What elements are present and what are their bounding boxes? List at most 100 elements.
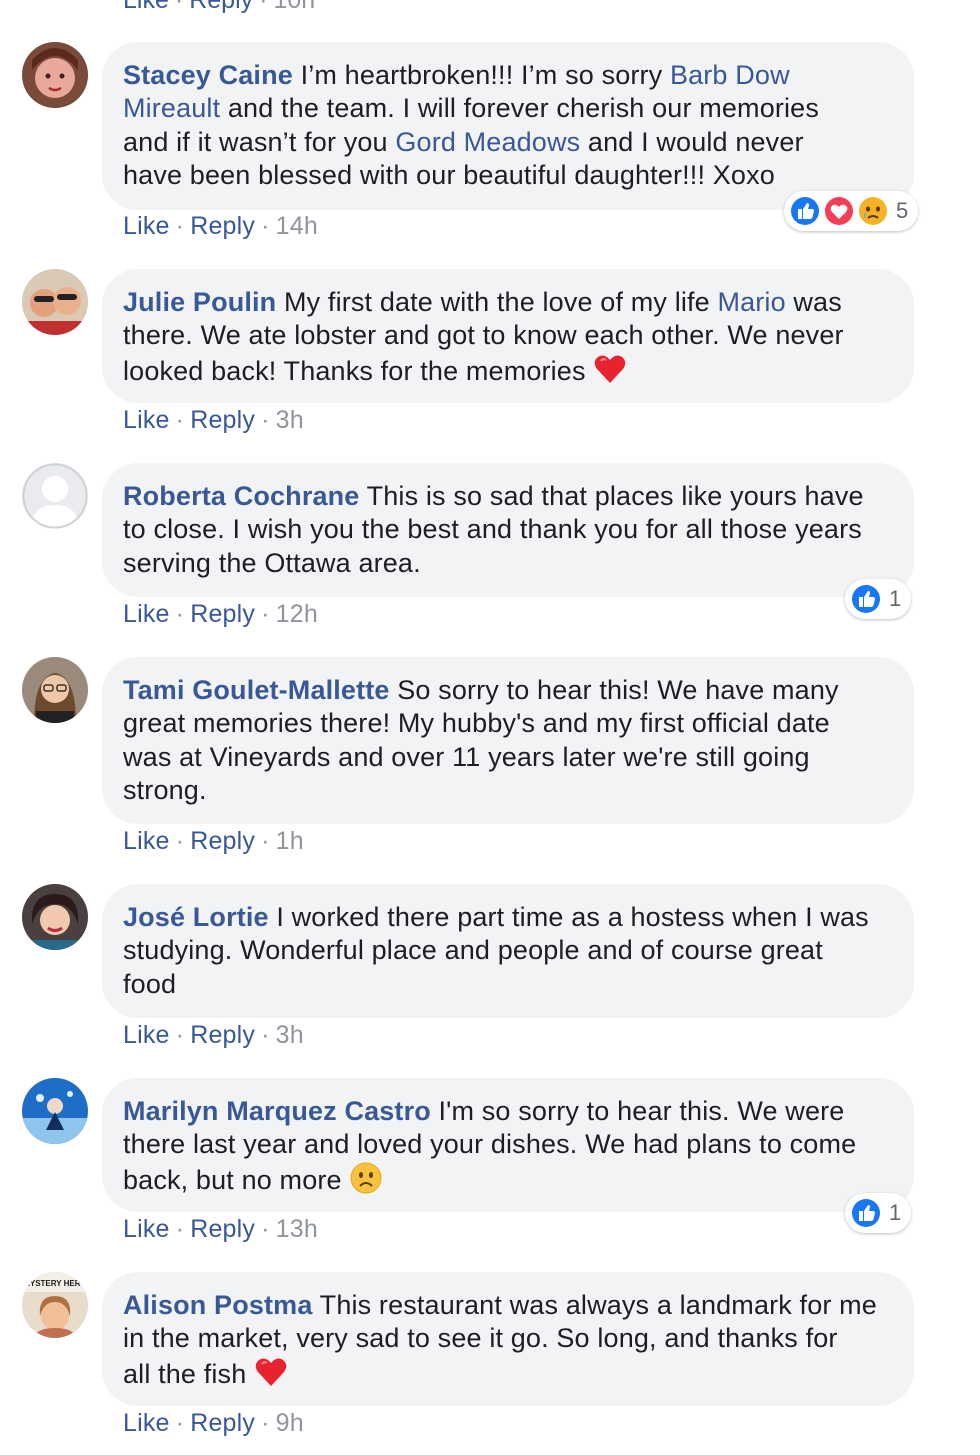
- comment-bubble: Roberta Cochrane This is so sad that pla…: [102, 463, 914, 597]
- avatar-julie-poulin[interactable]: [22, 269, 88, 335]
- comment-line: studying. Wonderful place and people and…: [123, 934, 890, 967]
- comment-text: and the team. I will forever cherish our…: [220, 93, 819, 124]
- comment-bubble: Alison Postma This restaurant was always…: [102, 1272, 914, 1406]
- comment-line: looked back! Thanks for the memories: [123, 353, 890, 388]
- comment-line: Stacey Caine I’m heartbroken!!! I’m so s…: [123, 59, 890, 92]
- comment-line: Marilyn Marquez Castro I'm so sorry to h…: [123, 1095, 890, 1128]
- comment-line: to close. I wish you the best and thank …: [123, 513, 890, 546]
- comment-timestamp[interactable]: 12h: [276, 600, 318, 628]
- avatar-tami-goulet-mallette[interactable]: [22, 657, 88, 723]
- reply-link[interactable]: Reply: [190, 406, 255, 434]
- comment-line: food: [123, 968, 890, 1001]
- like-icon: [788, 194, 822, 228]
- comment-text: This is so sad that places like yours ha…: [366, 481, 864, 511]
- reply-link[interactable]: Reply: [190, 1021, 255, 1049]
- reaction-summary[interactable]: 5: [784, 191, 919, 231]
- comment-text: food: [123, 968, 177, 999]
- comment-line: and if it wasn’t for you Gord Meadows an…: [123, 126, 890, 159]
- sad-icon: [856, 194, 890, 228]
- comment-line: Roberta Cochrane This is so sad that pla…: [123, 480, 890, 513]
- comment-text: and if it wasn’t for you: [123, 126, 396, 157]
- like-link[interactable]: Like: [123, 1409, 170, 1437]
- separator-dot: ·: [175, 600, 185, 628]
- reply-link[interactable]: Reply: [189, 0, 253, 14]
- reply-link[interactable]: Reply: [190, 1215, 255, 1243]
- comment-timestamp[interactable]: 9h: [276, 1409, 304, 1437]
- heart-emoji: [593, 355, 627, 386]
- separator-dot: ·: [175, 827, 185, 855]
- comment-text: in the market, very sad to see it go. So…: [123, 1323, 838, 1354]
- comment-text: was at Vineyards and over 11 years later…: [123, 741, 810, 772]
- comment-text: This restaurant was always a landmark fo…: [319, 1290, 877, 1320]
- comment-line: there. We ate lobster and got to know ea…: [123, 319, 890, 352]
- comment-text: looked back! Thanks for the memories: [123, 355, 594, 386]
- author-name[interactable]: Tami Goulet-Mallette: [123, 675, 390, 705]
- comment-text: great memories there! My hubby's and my …: [123, 708, 830, 739]
- mention-link[interactable]: Mario: [717, 287, 785, 317]
- comment-timestamp[interactable]: 14h: [276, 212, 318, 240]
- reaction-summary[interactable]: 1: [845, 1193, 912, 1233]
- author-name[interactable]: Julie Poulin: [123, 287, 276, 317]
- comment-actions: Like · Reply · 1h: [123, 827, 304, 856]
- comment-actions: Like · Reply · 14h: [123, 212, 318, 241]
- separator-dot: ·: [175, 406, 185, 434]
- comment-bubble: José Lortie I worked there part time as …: [102, 884, 914, 1018]
- like-link[interactable]: Like: [123, 827, 170, 855]
- separator-dot: ·: [175, 1021, 185, 1049]
- reaction-count: 1: [889, 1200, 902, 1225]
- comment-line: there last year and loved your dishes. W…: [123, 1128, 890, 1161]
- reaction-summary[interactable]: 1: [845, 579, 912, 619]
- separator-dot: ·: [175, 1215, 185, 1243]
- reply-link[interactable]: Reply: [190, 1409, 255, 1437]
- reply-link[interactable]: Reply: [190, 827, 255, 855]
- comment-text: strong.: [123, 775, 207, 806]
- comment-actions: Like · Reply · 12h: [123, 600, 318, 629]
- avatar-alison-postma[interactable]: MYSTERY HERO: [22, 1272, 88, 1338]
- separator-dot: ·: [261, 827, 270, 855]
- comment-line: great memories there! My hubby's and my …: [123, 707, 890, 740]
- comment-timestamp[interactable]: 3h: [276, 406, 304, 434]
- avatar-marilyn-marquez-castro[interactable]: [22, 1078, 88, 1144]
- comment-line: all the fish: [123, 1356, 890, 1391]
- comment-text: serving the Ottawa area.: [123, 547, 421, 578]
- author-name[interactable]: José Lortie: [123, 902, 269, 932]
- comment-bubble: Julie Poulin My first date with the love…: [102, 269, 914, 403]
- like-link[interactable]: Like: [123, 1215, 170, 1243]
- author-name[interactable]: Stacey Caine: [123, 60, 293, 90]
- comment-thread: Like · Reply · 10h Stacey Caine I’m heartbro…: [0, 0, 980, 1455]
- like-link[interactable]: Like: [123, 406, 170, 434]
- author-name[interactable]: Alison Postma: [123, 1290, 313, 1320]
- avatar-jose-lortie[interactable]: [22, 884, 88, 950]
- comment-text: I worked there part time as a hostess wh…: [276, 902, 869, 932]
- comment-timestamp[interactable]: 3h: [276, 1021, 304, 1049]
- like-link[interactable]: Like: [123, 1021, 170, 1049]
- like-link[interactable]: Like: [123, 0, 169, 14]
- avatar-roberta-cochrane[interactable]: [22, 463, 88, 529]
- comment-text: So sorry to hear this! We have many: [397, 675, 839, 705]
- author-name[interactable]: Roberta Cochrane: [123, 481, 359, 511]
- separator-dot: ·: [261, 406, 270, 434]
- comment-timestamp[interactable]: 1h: [276, 827, 304, 855]
- mention-link[interactable]: Mireault: [123, 93, 220, 123]
- separator-dot: ·: [175, 1409, 185, 1437]
- like-link[interactable]: Like: [123, 600, 170, 628]
- reply-link[interactable]: Reply: [190, 600, 255, 628]
- like-link[interactable]: Like: [123, 212, 170, 240]
- comment-line: Tami Goulet-Mallette So sorry to hear th…: [123, 674, 890, 707]
- comment-timestamp[interactable]: 10h: [273, 0, 315, 14]
- comment-line: Mireault and the team. I will forever ch…: [123, 92, 890, 125]
- reply-link[interactable]: Reply: [190, 212, 255, 240]
- comment-text: all the fish: [123, 1358, 255, 1389]
- comment-line: José Lortie I worked there part time as …: [123, 901, 890, 934]
- frown-emoji: [349, 1162, 383, 1195]
- avatar-stacey-caine[interactable]: [22, 42, 88, 108]
- comment-bubble: Marilyn Marquez Castro I'm so sorry to h…: [102, 1078, 914, 1212]
- comment-actions: Like · Reply · 9h: [123, 1409, 304, 1438]
- comment-timestamp[interactable]: 13h: [276, 1215, 318, 1243]
- author-name[interactable]: Marilyn Marquez Castro: [123, 1096, 431, 1126]
- comment-text: there last year and loved your dishes. W…: [123, 1129, 857, 1160]
- avatar-caption: MYSTERY HERO: [23, 1279, 87, 1288]
- mention-link[interactable]: Barb Dow: [670, 60, 790, 90]
- comment-actions: Like · Reply · 13h: [123, 1215, 318, 1244]
- mention-link[interactable]: Gord Meadows: [395, 127, 580, 157]
